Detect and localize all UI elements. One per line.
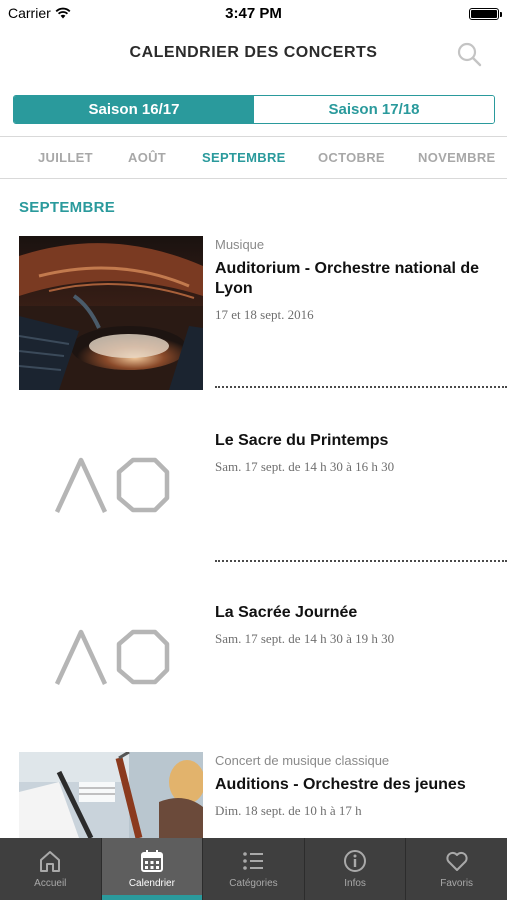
info-icon [344, 850, 367, 872]
event-image [19, 408, 203, 562]
tab-label: Calendrier [128, 878, 175, 889]
status-time: 3:47 PM [225, 5, 282, 22]
divider [215, 560, 507, 562]
season-16-17-button[interactable]: Saison 16/17 [14, 96, 254, 123]
header: CALENDRIER DES CONCERTS [0, 28, 507, 82]
season-toggle: Saison 16/17 Saison 17/18 [13, 95, 495, 124]
calendar-icon [140, 850, 163, 872]
month-tab-juillet[interactable]: JUILLET [38, 150, 93, 165]
month-tab-aout[interactable]: AOÛT [128, 150, 166, 165]
tab-categories[interactable]: Catégories [203, 838, 305, 900]
event-item[interactable]: Musique Auditorium - Orchestre national … [0, 236, 507, 390]
event-item[interactable]: La Sacrée Journée Sam. 17 sept. de 14 h … [0, 580, 507, 734]
tab-favoris[interactable]: Favoris [406, 838, 507, 900]
event-item[interactable]: Concert de musique classique Auditions -… [0, 752, 507, 838]
event-title: Auditorium - Orchestre national de Lyon [215, 260, 480, 297]
event-item[interactable]: Le Sacre du Printemps Sam. 17 sept. de 1… [0, 408, 507, 562]
section-title: SEPTEMBRE [19, 199, 116, 216]
month-tab-octobre[interactable]: OCTOBRE [318, 150, 385, 165]
event-title: Auditions - Orchestre des jeunes [215, 776, 466, 793]
battery-icon [469, 8, 502, 20]
event-category: Musique [215, 237, 265, 252]
event-title: Le Sacre du Printemps [215, 432, 389, 449]
list-icon [243, 852, 264, 870]
search-icon[interactable] [455, 40, 483, 68]
home-icon [40, 851, 61, 872]
event-image [19, 752, 203, 838]
event-title: La Sacrée Journée [215, 604, 358, 621]
season-17-18-button[interactable]: Saison 17/18 [254, 96, 494, 123]
event-date: Sam. 17 sept. de 14 h 30 à 16 h 30 [215, 459, 395, 474]
tab-label: Catégories [229, 878, 278, 889]
concert-hall-photo [19, 236, 203, 390]
page-title: CALENDRIER DES CONCERTS [129, 44, 378, 61]
ao-logo-icon [54, 457, 170, 513]
status-bar: Carrier 3:47 PM [0, 0, 507, 28]
divider [215, 386, 507, 388]
bassoon-player-photo [19, 752, 203, 838]
event-category: Concert de musique classique [215, 753, 390, 768]
event-date: Dim. 18 sept. de 10 h à 17 h [215, 803, 362, 818]
month-tab-septembre[interactable]: SEPTEMBRE [202, 150, 286, 165]
tab-infos[interactable]: Infos [305, 838, 407, 900]
heart-icon [446, 851, 468, 871]
ao-logo-icon [54, 629, 170, 685]
event-date: Sam. 17 sept. de 14 h 30 à 19 h 30 [215, 631, 395, 646]
event-image [19, 580, 203, 734]
tab-calendrier[interactable]: Calendrier [101, 838, 204, 900]
tab-bar: Accueil Calendrier Catégories Infos Favo… [0, 838, 507, 900]
event-image [19, 236, 203, 390]
tab-accueil[interactable]: Accueil [0, 838, 102, 900]
month-tab-bar: JUILLET AOÛT SEPTEMBRE OCTOBRE NOVEMBRE [0, 136, 507, 179]
month-tab-novembre[interactable]: NOVEMBRE [418, 150, 496, 165]
tab-label: Infos [344, 878, 366, 889]
tab-label: Favoris [440, 878, 474, 889]
event-date: 17 et 18 sept. 2016 [215, 307, 314, 322]
tab-label: Accueil [34, 878, 67, 889]
